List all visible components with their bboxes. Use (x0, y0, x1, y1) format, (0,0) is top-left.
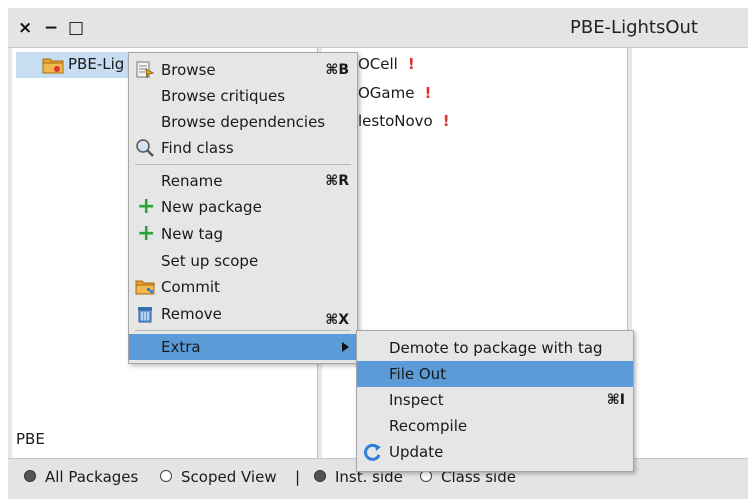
inst-side-radio[interactable] (314, 470, 326, 482)
class-name: lestoNovo (358, 112, 433, 130)
status-separator: | (295, 468, 301, 486)
menu-item-label: Browse dependencies (161, 113, 326, 131)
refresh-icon (363, 442, 383, 462)
menu-item-label: Set up scope (161, 252, 259, 270)
class-list-item[interactable]: OCell! (358, 53, 415, 75)
package-name: PBE-Lig (68, 55, 125, 73)
shortcut-label: ⌘B (325, 62, 349, 78)
menu-item-commit[interactable]: Commit (129, 274, 357, 300)
menu-item-rename[interactable]: Rename ⌘R (129, 168, 357, 194)
menu-item-browse[interactable]: Browse ⌘B (129, 57, 357, 83)
menu-item-label: Browse (161, 61, 216, 79)
shortcut-label: ⌘R (325, 173, 349, 189)
class-name: OCell (358, 55, 398, 73)
menu-item-set-up-scope[interactable]: Set up scope (129, 248, 357, 274)
menu-item-label: Remove (161, 305, 222, 323)
all-packages-radio[interactable] (24, 470, 36, 482)
menu-item-browse-critiques[interactable]: Browse critiques (129, 83, 357, 109)
menu-item-new-package[interactable]: + New package (129, 194, 357, 220)
menu-item-label: Inspect (389, 391, 444, 409)
menu-item-remove[interactable]: Remove ⌘X (129, 301, 357, 328)
maximize-icon[interactable]: □ (68, 14, 84, 42)
class-list-item[interactable]: lestoNovo! (358, 110, 450, 132)
menu-item-demote-to-package-with-tag[interactable]: Demote to package with tag (357, 335, 633, 361)
menu-item-label: Browse critiques (161, 87, 286, 105)
menu-item-label: Update (389, 443, 444, 461)
scoped-view-radio[interactable] (160, 470, 172, 482)
class-list-item[interactable]: OGame! (358, 82, 431, 104)
window-title: PBE-LightsOut (569, 17, 698, 38)
protocol-pane[interactable] (632, 48, 748, 458)
package-icon (42, 55, 64, 75)
plus-icon: + (137, 221, 156, 246)
menu-item-recompile[interactable]: Recompile (357, 413, 633, 439)
plus-icon: + (137, 194, 156, 219)
menu-item-label: Find class (161, 139, 234, 157)
warning-icon: ! (407, 55, 415, 73)
class-name: OGame (358, 84, 415, 102)
package-icon (135, 277, 155, 297)
menu-item-label: New tag (161, 225, 224, 243)
scope-label: PBE (16, 430, 45, 448)
minimize-icon[interactable]: − (44, 14, 58, 42)
menu-separator (135, 164, 351, 165)
all-packages-label[interactable]: All Packages (45, 466, 138, 488)
shortcut-label: ⌘I (606, 392, 625, 408)
menu-item-browse-dependencies[interactable]: Browse dependencies (129, 109, 357, 135)
menu-separator (135, 330, 351, 331)
scoped-view-label[interactable]: Scoped View (181, 466, 277, 488)
warning-icon: ! (442, 112, 450, 130)
magnifier-icon (135, 138, 155, 158)
menu-item-inspect[interactable]: Inspect ⌘I (357, 387, 633, 413)
menu-item-label: Commit (161, 278, 220, 296)
menu-item-label: Extra (161, 338, 201, 356)
menu-item-extra[interactable]: Extra (129, 334, 357, 360)
menu-item-update[interactable]: Update (357, 439, 633, 465)
menu-item-label: File Out (389, 365, 447, 383)
menu-item-label: Recompile (389, 417, 468, 435)
context-menu: Browse ⌘B Browse critiques Browse depend… (128, 52, 358, 364)
warning-icon: ! (424, 84, 432, 102)
menu-item-file-out[interactable]: File Out (357, 361, 633, 387)
trash-icon (135, 304, 155, 324)
menu-item-label: Demote to package with tag (389, 339, 603, 357)
submenu-arrow-icon (342, 342, 349, 352)
browse-icon (135, 60, 155, 80)
menu-item-find-class[interactable]: Find class (129, 135, 357, 161)
extra-submenu: Demote to package with tag File Out Insp… (356, 330, 634, 472)
menu-item-label: Rename (161, 172, 223, 190)
close-icon[interactable]: × (18, 14, 32, 42)
menu-item-new-tag[interactable]: + New tag (129, 221, 357, 247)
menu-item-label: New package (161, 198, 262, 216)
